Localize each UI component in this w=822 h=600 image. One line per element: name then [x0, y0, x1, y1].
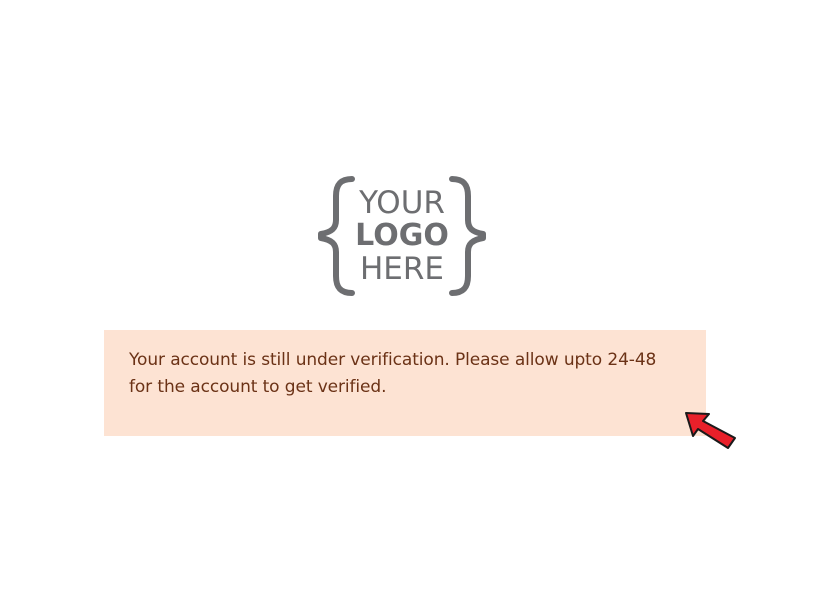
company-logo: YOUR LOGO HERE	[318, 176, 486, 296]
red-arrow-cursor-icon	[684, 410, 738, 452]
logo-line-logo: LOGO	[355, 218, 449, 253]
verification-alert: Your account is still under verification…	[104, 330, 706, 436]
alert-message: Your account is still under verification…	[129, 350, 657, 397]
logo-line-here: HERE	[360, 251, 444, 287]
verification-page: YOUR LOGO HERE Your account is still und…	[0, 0, 822, 600]
logo-line-your: YOUR	[358, 185, 445, 221]
